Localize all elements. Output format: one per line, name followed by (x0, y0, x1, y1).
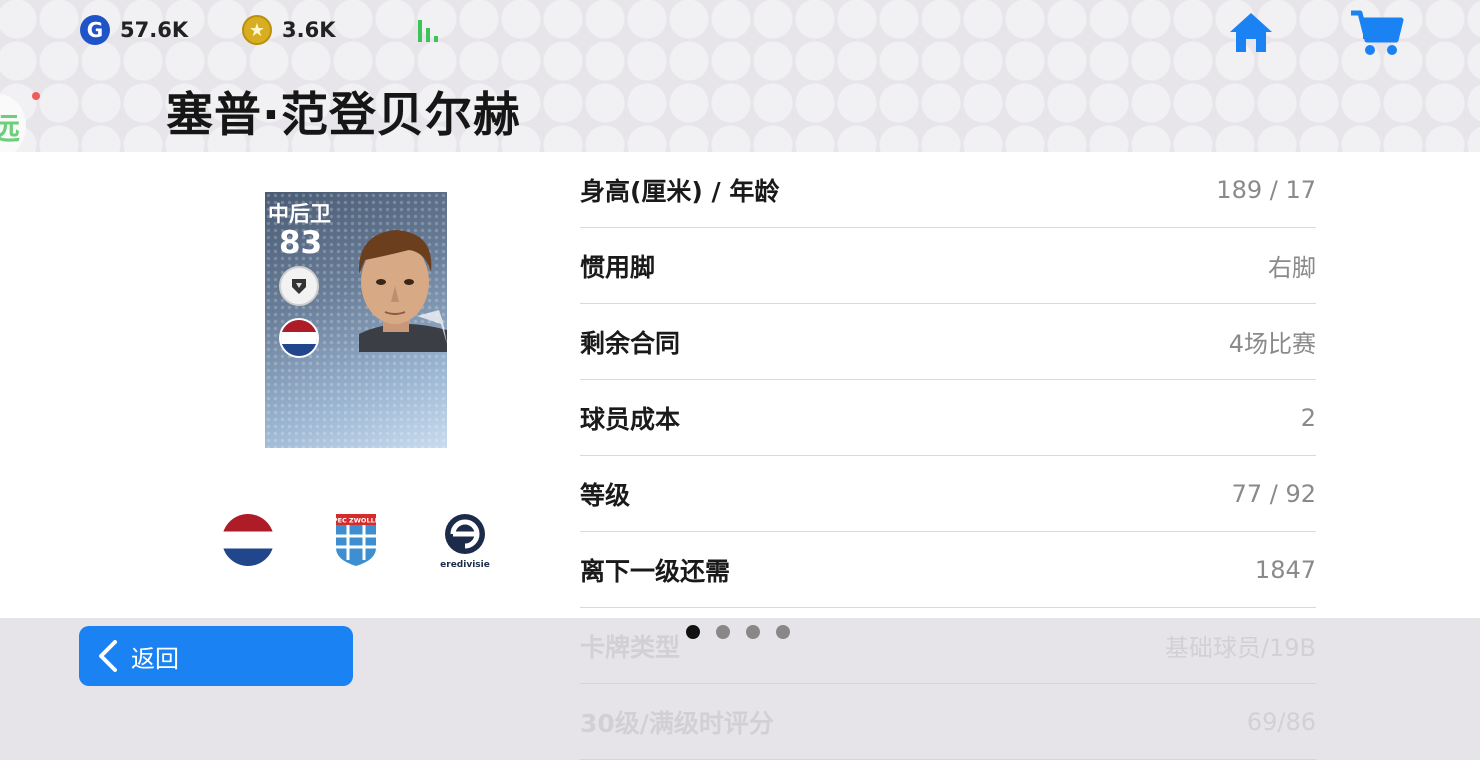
top-header: G 57.6K ★ 3.6K 远 塞普·范登贝尔赫 (0, 0, 1480, 158)
stat-label: 离下一级还需 (580, 556, 731, 586)
stat-label: 球员成本 (580, 404, 681, 434)
coin-balance: ★ 3.6K (242, 12, 335, 48)
eredivisie-logo: eredivisie (440, 512, 490, 570)
stat-label: 身高(厘米) / 年龄 (580, 176, 780, 206)
stats-list[interactable]: 身高(厘米) / 年龄 189 / 17 惯用脚 右脚 剩余合同 4场比赛 球员… (580, 152, 1316, 760)
club-crest-text: PEC ZWOLLE (334, 517, 378, 525)
stat-label: 卡牌类型 (580, 632, 681, 662)
side-tab-glyph: 远 (0, 112, 20, 147)
stat-value: 189 / 17 (1216, 175, 1316, 204)
gp-balance: G 57.6K (80, 12, 188, 48)
player-card[interactable]: 中后卫 83 (265, 192, 447, 448)
stat-row-level: 等级 77 / 92 (580, 456, 1316, 532)
stat-row-preferred-foot: 惯用脚 右脚 (580, 228, 1316, 304)
stat-row-height-age: 身高(厘米) / 年龄 189 / 17 (580, 152, 1316, 228)
page-dot-3[interactable] (746, 625, 760, 639)
stat-label: 30级/满级时评分 (580, 708, 774, 738)
cart-icon[interactable] (1348, 8, 1404, 58)
stat-row-exp-to-next: 离下一级还需 1847 (580, 532, 1316, 608)
gp-currency-icon: G (80, 15, 110, 45)
stat-label: 惯用脚 (580, 252, 656, 282)
stat-label: 剩余合同 (580, 328, 681, 358)
page-dot-4[interactable] (776, 625, 790, 639)
star-coin-icon: ★ (242, 15, 272, 45)
club-crest-icon: PEC ZWOLLE (333, 514, 379, 566)
stat-value: 基础球员/19B (1164, 634, 1316, 662)
home-icon[interactable] (1226, 10, 1276, 56)
stat-value: 69/86 (1246, 707, 1316, 736)
stat-label: 等级 (580, 480, 631, 510)
stat-row-card-type: 卡牌类型 基础球员/19B (580, 608, 1316, 684)
page-dot-1[interactable] (686, 625, 700, 639)
player-name: 塞普·范登贝尔赫 (166, 88, 521, 143)
card-position: 中后卫 (268, 202, 331, 226)
nationality-flag-icon (222, 514, 274, 566)
league-logo-text: eredivisie (440, 560, 490, 570)
stat-row-contract: 剩余合同 4场比赛 (580, 304, 1316, 380)
page-dot-2[interactable] (716, 625, 730, 639)
coin-value: 3.6K (282, 18, 336, 42)
signal-icon (418, 18, 442, 42)
stat-value: 右脚 (1268, 254, 1316, 282)
back-button[interactable]: 返回 (79, 626, 353, 686)
gp-value: 57.6K (120, 18, 189, 42)
stat-row-rating-at-levels: 30级/满级时评分 69/86 (580, 684, 1316, 760)
notification-dot (32, 92, 40, 100)
stat-value: 2 (1300, 403, 1316, 432)
netherlands-flag-icon (279, 318, 319, 358)
page-indicator (686, 625, 790, 639)
side-tab-button[interactable]: 远 (0, 94, 26, 158)
stat-value: 1847 (1254, 555, 1316, 584)
stat-value: 4场比赛 (1228, 330, 1316, 358)
club-badge-icon (279, 266, 319, 306)
card-rating: 83 (279, 225, 323, 261)
stat-row-player-cost: 球员成本 2 (580, 380, 1316, 456)
stat-value: 77 / 92 (1231, 479, 1316, 508)
back-button-label: 返回 (131, 644, 179, 673)
chevron-left-icon (99, 640, 117, 672)
player-portrait (358, 230, 447, 352)
